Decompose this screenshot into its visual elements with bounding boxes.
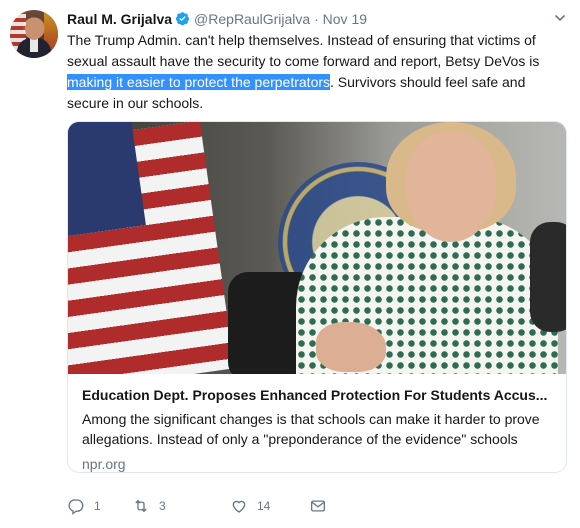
card-description: Among the significant changes is that sc… bbox=[82, 411, 540, 447]
direct-message-button[interactable] bbox=[309, 494, 327, 518]
tweet-text: The Trump Admin. can't help themselves. … bbox=[67, 30, 567, 114]
like-button[interactable]: 14 bbox=[230, 494, 270, 518]
card-title: Education Dept. Proposes Enhanced Protec… bbox=[82, 387, 548, 403]
tweet-text-before: The Trump Admin. can't help themselves. … bbox=[67, 32, 540, 69]
tweet-header: Raul M. Grijalva @RepRaulGrijalva · Nov 1… bbox=[67, 10, 567, 28]
link-card[interactable]: Education Dept. Proposes Enhanced Protec… bbox=[67, 121, 567, 473]
card-image bbox=[68, 122, 566, 374]
card-body: Education Dept. Proposes Enhanced Protec… bbox=[68, 374, 566, 472]
tweet-text-highlight: making it easier to protect the perpetra… bbox=[67, 74, 331, 90]
heart-icon bbox=[232, 500, 246, 513]
reply-count: 1 bbox=[94, 499, 101, 513]
card-image-person-hand bbox=[316, 322, 386, 372]
card-domain: npr.org bbox=[82, 456, 126, 472]
tweet-date[interactable]: Nov 19 bbox=[323, 11, 367, 27]
reply-button[interactable]: 1 bbox=[67, 494, 101, 518]
author-handle[interactable]: @RepRaulGrijalva bbox=[194, 11, 310, 27]
retweet-button[interactable]: 3 bbox=[132, 494, 166, 518]
tweet-actions: 1 3 14 bbox=[67, 494, 487, 518]
retweet-count: 3 bbox=[159, 499, 166, 513]
avatar-shirt bbox=[30, 38, 38, 52]
author-avatar[interactable] bbox=[10, 10, 58, 58]
avatar-face bbox=[25, 18, 43, 40]
card-image-microphone bbox=[530, 222, 566, 332]
reply-icon bbox=[68, 499, 84, 515]
like-count: 14 bbox=[257, 499, 271, 513]
chevron-down-icon[interactable] bbox=[554, 12, 566, 24]
author-name[interactable]: Raul M. Grijalva bbox=[67, 11, 172, 27]
card-image-person-face bbox=[406, 132, 496, 242]
header-separator: · bbox=[314, 11, 319, 27]
retweet-icon bbox=[135, 499, 147, 513]
verified-badge-icon bbox=[175, 12, 190, 26]
envelope-icon bbox=[310, 500, 326, 512]
